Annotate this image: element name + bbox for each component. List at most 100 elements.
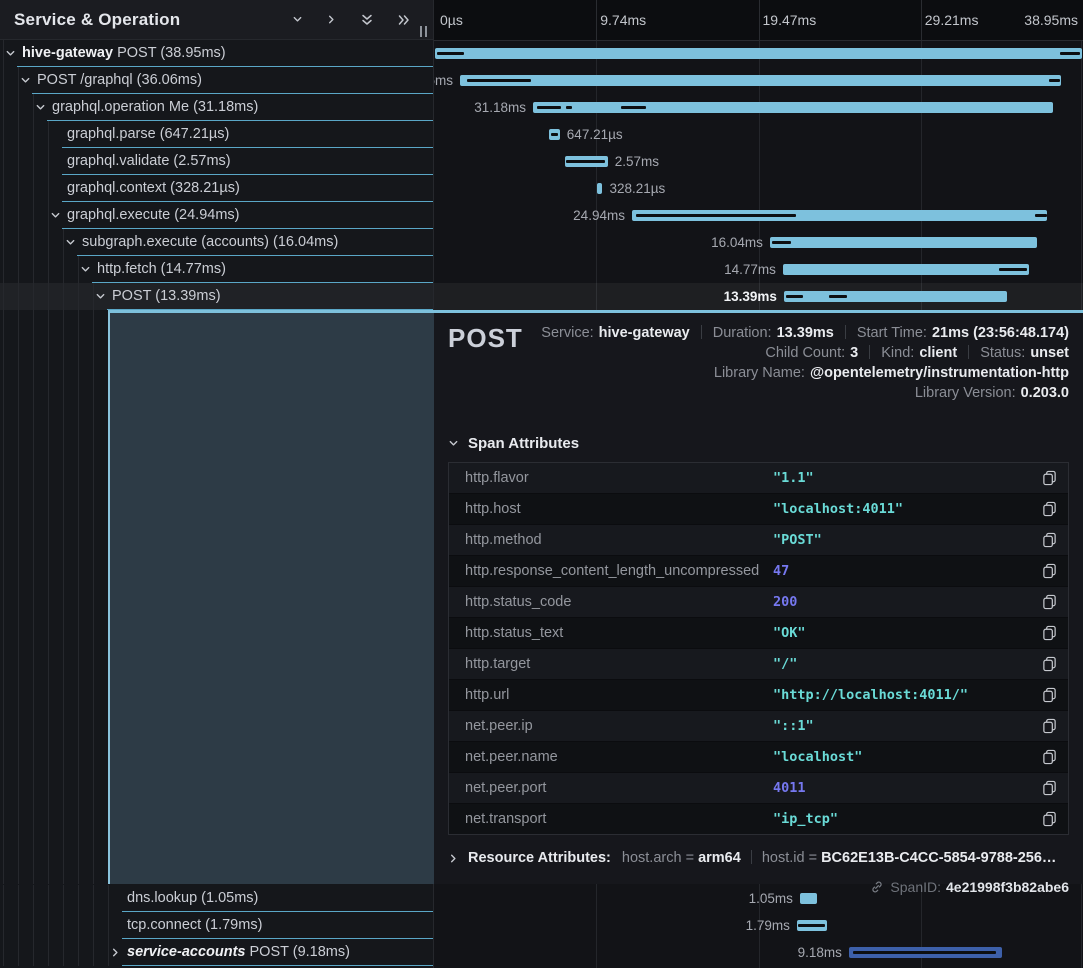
span-row-graphql-validate[interactable]: graphql.validate (2.57ms) <box>0 148 433 175</box>
span-duration-bar[interactable] <box>597 183 602 194</box>
attribute-row-http-host[interactable]: http.host"localhost:4011" <box>449 494 1068 525</box>
span-bar-row-graphql-execute[interactable]: 24.94ms <box>434 202 1083 229</box>
double-chevron-right-icon[interactable] <box>397 13 411 27</box>
copy-icon[interactable] <box>1042 780 1057 796</box>
span-bar-row-http-fetch[interactable]: 14.77ms <box>434 256 1083 283</box>
field-label: Kind: <box>881 345 914 361</box>
span-duration-bar[interactable] <box>533 102 1053 113</box>
span-row-tcp-connect[interactable]: tcp.connect (1.79ms) <box>0 912 433 939</box>
attribute-key: net.peer.name <box>465 742 558 772</box>
attribute-value: 200 <box>773 587 797 617</box>
copy-icon[interactable] <box>1042 687 1057 703</box>
span-detail-panel: POST Service:hive-gatewayDuration:13.39m… <box>434 310 1083 884</box>
chevron-right-icon[interactable] <box>326 14 337 25</box>
child-span-mark <box>551 133 558 136</box>
span-bar-row-post-graphql[interactable]: 36.06ms <box>434 67 1083 94</box>
attribute-row-net-transport[interactable]: net.transport"ip_tcp" <box>449 804 1068 834</box>
chevron-down-icon[interactable] <box>292 14 303 25</box>
span-duration-bar[interactable] <box>783 264 1029 275</box>
field-label: Library Version: <box>915 385 1016 401</box>
column-resizer[interactable] <box>420 26 427 37</box>
trace-timeline-view: 0µs9.74ms19.47ms29.21ms38.95ms 36.06ms31… <box>0 0 1083 968</box>
span-row-post-graphql[interactable]: POST /graphql (36.06ms) <box>0 67 433 94</box>
attribute-row-net-peer-ip[interactable]: net.peer.ip"::1" <box>449 711 1068 742</box>
attribute-key: http.target <box>465 649 530 679</box>
span-duration-bar[interactable] <box>784 291 1007 302</box>
panel-title: Service & Operation <box>14 10 269 30</box>
link-icon[interactable] <box>870 880 884 894</box>
copy-icon[interactable] <box>1042 594 1057 610</box>
attribute-value: "localhost" <box>773 742 862 772</box>
span-duration-bar[interactable] <box>565 156 608 167</box>
span-label: tcp.connect (1.79ms) <box>127 912 262 939</box>
span-row-graphql-context[interactable]: graphql.context (328.21µs) <box>0 175 433 202</box>
copy-icon[interactable] <box>1042 625 1057 641</box>
attribute-row-net-peer-name[interactable]: net.peer.name "localhost" <box>449 742 1068 773</box>
attribute-row-http-status-code[interactable]: http.status_code200 <box>449 587 1068 618</box>
chevron-right-icon[interactable] <box>110 947 121 958</box>
attribute-key: http.url <box>465 680 509 710</box>
copy-icon[interactable] <box>1042 470 1057 486</box>
attribute-row-http-url[interactable]: http.url"http://localhost:4011/" <box>449 680 1068 711</box>
chevron-down-icon[interactable] <box>20 75 31 86</box>
copy-icon[interactable] <box>1042 749 1057 765</box>
attribute-row-http-target[interactable]: http.target"/" <box>449 649 1068 680</box>
span-bar-row-subgraph-execute-accounts[interactable]: 16.04ms <box>434 229 1083 256</box>
span-bar-row-graphql-operation-me[interactable]: 31.18ms <box>434 94 1083 121</box>
chevron-down-icon[interactable] <box>95 291 106 302</box>
field-label: Library Name: <box>714 365 805 381</box>
span-row-subgraph-execute-accounts[interactable]: subgraph.execute (accounts) (16.04ms) <box>0 229 433 256</box>
attribute-row-http-flavor[interactable]: http.flavor"1.1" <box>449 463 1068 494</box>
copy-icon[interactable] <box>1042 563 1057 579</box>
span-label: dns.lookup (1.05ms) <box>127 885 258 912</box>
span-duration-bar[interactable] <box>770 237 1037 248</box>
span-bar-row-graphql-validate[interactable]: 2.57ms <box>434 148 1083 175</box>
attribute-row-http-response-content-length-uncompressed[interactable]: http.response_content_length_uncompresse… <box>449 556 1068 587</box>
chevron-down-icon[interactable] <box>65 237 76 248</box>
copy-icon[interactable] <box>1042 532 1057 548</box>
child-span-mark <box>1060 52 1080 55</box>
chevron-down-icon[interactable] <box>5 48 16 59</box>
span-bar-row-graphql-parse[interactable]: 647.21µs <box>434 121 1083 148</box>
attribute-row-http-method[interactable]: http.method"POST" <box>449 525 1068 556</box>
span-row-http-fetch[interactable]: http.fetch (14.77ms) <box>0 256 433 283</box>
span-duration-bar[interactable] <box>797 920 827 931</box>
double-chevron-down-icon[interactable] <box>360 13 374 27</box>
span-duration-bar[interactable] <box>849 947 1002 958</box>
copy-icon[interactable] <box>1042 501 1057 517</box>
span-bar-row-service-accounts-post[interactable]: 9.18ms <box>434 939 1083 966</box>
span-row-graphql-execute[interactable]: graphql.execute (24.94ms) <box>0 202 433 229</box>
chevron-down-icon[interactable] <box>35 102 46 113</box>
span-duration-bar[interactable] <box>632 210 1048 221</box>
resource-attributes-toggle[interactable]: Resource Attributes: host.arch = arm64ho… <box>448 850 1069 866</box>
chevron-down-icon[interactable] <box>50 210 61 221</box>
timeline-ruler: 0µs9.74ms19.47ms29.21ms38.95ms <box>434 0 1083 41</box>
attribute-key: http.response_content_length_uncompresse… <box>465 556 759 586</box>
copy-icon[interactable] <box>1042 656 1057 672</box>
field-label: Child Count: <box>765 345 845 361</box>
field-value: 3 <box>850 345 858 361</box>
span-row-dns-lookup[interactable]: dns.lookup (1.05ms) <box>0 885 433 912</box>
span-overview-fields: Service:hive-gatewayDuration:13.39msStar… <box>523 325 1069 405</box>
copy-icon[interactable] <box>1042 718 1057 734</box>
copy-icon[interactable] <box>1042 811 1057 827</box>
span-bar-row-hive-gateway-post[interactable] <box>434 40 1083 67</box>
span-duration-bar[interactable] <box>460 75 1061 86</box>
child-span-mark <box>566 160 604 163</box>
span-row-hive-gateway-post[interactable]: hive-gateway POST (38.95ms) <box>0 40 433 67</box>
span-row-graphql-parse[interactable]: graphql.parse (647.21µs) <box>0 121 433 148</box>
indent-guides <box>0 148 51 175</box>
attribute-row-net-peer-port[interactable]: net.peer.port4011 <box>449 773 1068 804</box>
span-duration-bar[interactable] <box>549 129 560 140</box>
span-duration-bar[interactable] <box>435 48 1082 59</box>
span-bar-row-tcp-connect[interactable]: 1.79ms <box>434 912 1083 939</box>
attribute-row-http-status-text[interactable]: http.status_text"OK" <box>449 618 1068 649</box>
span-bar-row-post[interactable]: 13.39ms <box>434 283 1083 310</box>
span-bar-row-graphql-context[interactable]: 328.21µs <box>434 175 1083 202</box>
span-attributes-toggle[interactable]: Span Attributes <box>448 435 1069 452</box>
span-row-graphql-operation-me[interactable]: graphql.operation Me (31.18ms) <box>0 94 433 121</box>
attribute-key: http.host <box>465 494 521 524</box>
span-row-post[interactable]: POST (13.39ms) <box>0 283 433 310</box>
chevron-down-icon[interactable] <box>80 264 91 275</box>
span-row-service-accounts-post[interactable]: service-accounts POST (9.18ms) <box>0 939 433 966</box>
